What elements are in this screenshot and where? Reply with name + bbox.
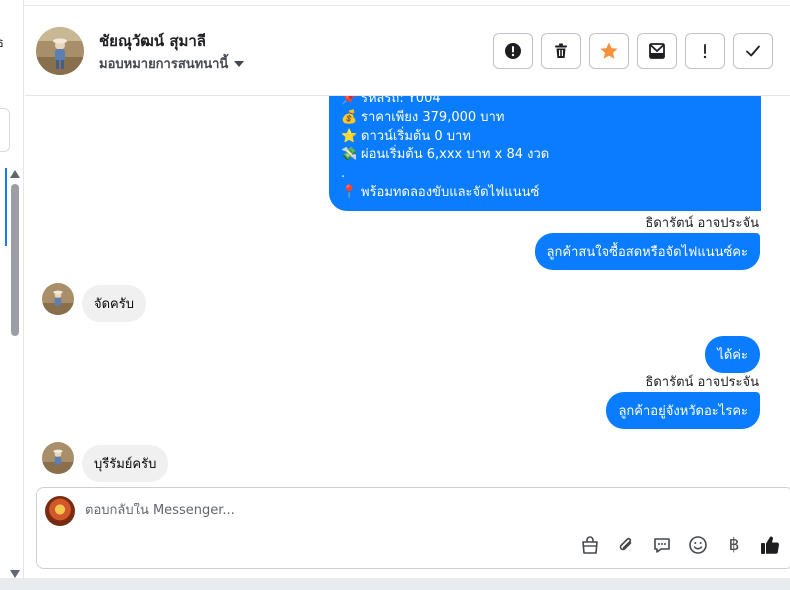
promo-line-text: รหัสรถ: Y004 [361, 96, 441, 106]
envelope-tray-icon [649, 43, 665, 59]
pushpin-icon: 📌 [341, 96, 358, 106]
reply-composer: ฿ [36, 487, 790, 569]
trash-icon [555, 43, 567, 58]
promo-line: . [341, 165, 749, 184]
outgoing-message[interactable]: ลูกค้าสนใจซื้อสดหรือจัดไฟแนนซ์คะ [534, 233, 760, 270]
sender-name: ธิดารัตน์ อาจประจัน [645, 375, 759, 390]
caret-down-icon [234, 60, 245, 67]
sender-name: ธิดารัตน์ อาจประจัน [645, 216, 759, 231]
assign-label: มอบหมายการสนทนานี้ [99, 57, 229, 72]
promo-line: ⭐ ดาวน์เริ่มต้น 0 บาท [341, 128, 749, 147]
incoming-message[interactable]: บุรีรัมย์ครับ [82, 445, 169, 482]
top-divider [24, 0, 790, 6]
conversation-list-edge: ธ [0, 0, 24, 590]
thumbs-up-icon[interactable] [759, 534, 781, 556]
promo-line: 📌 รหัสรถ: Y004 [341, 96, 749, 109]
star-icon [600, 42, 618, 59]
message-thread[interactable]: 📌 รหัสรถ: Y004 💰 ราคาเพียง 379,000 บาท ⭐ ดา… [25, 96, 790, 484]
promo-line-text: ราคาเพียง 379,000 บาท [361, 109, 505, 125]
star-button[interactable] [589, 33, 629, 69]
messenger-window: ธ ชัยณุวัฒน์ สุมาลี มอบหมายการสนทนานี้ [0, 0, 790, 590]
round-pushpin-icon: 📍 [341, 184, 358, 200]
exclamation-circle-icon [505, 43, 521, 59]
conversation-header: ชัยณุวัฒน์ สุมาลี มอบหมายการสนทนานี้ [25, 7, 790, 96]
truncated-text: ธ [0, 32, 4, 53]
follow-up-button[interactable] [685, 33, 725, 69]
assign-conversation-dropdown[interactable]: มอบหมายการสนทนานี้ [99, 53, 245, 74]
header-actions [493, 33, 773, 69]
composer-tools: ฿ [579, 534, 781, 556]
promo-line: 💸 ผ่อนเริ่มต้น 6,xxx บาท x 84 งวด [341, 146, 749, 165]
emoji-icon[interactable] [687, 534, 709, 556]
bottom-strip [0, 578, 790, 590]
contact-avatar-small[interactable] [42, 442, 74, 474]
page-avatar [45, 496, 75, 526]
spam-button[interactable] [493, 33, 533, 69]
baht-icon[interactable]: ฿ [723, 534, 745, 556]
promo-line-text: พร้อมทดลองขับและจัดไฟแนนซ์ [361, 184, 540, 200]
paperclip-icon[interactable] [615, 534, 637, 556]
selection-indicator [5, 168, 7, 246]
exclamation-icon [703, 44, 707, 59]
money-bag-icon: 💰 [341, 109, 358, 125]
delete-button[interactable] [541, 33, 581, 69]
mark-done-button[interactable] [733, 33, 773, 69]
truncated-box [0, 108, 10, 152]
contact-name[interactable]: ชัยณุวัฒน์ สุมาลี [99, 29, 206, 53]
star-emoji-icon: ⭐ [341, 128, 358, 144]
incoming-message[interactable]: จัดครับ [82, 285, 146, 322]
contact-avatar-small[interactable] [42, 283, 74, 315]
promo-line-text: . [341, 166, 346, 182]
promo-line-text: ผ่อนเริ่มต้น 6,xxx บาท x 84 งวด [361, 147, 550, 163]
promo-line-text: ดาวน์เริ่มต้น 0 บาท [361, 128, 471, 144]
reply-input[interactable] [85, 503, 585, 518]
move-to-inbox-button[interactable] [637, 33, 677, 69]
promo-line: 📍 พร้อมทดลองขับและจัดไฟแนนซ์ [341, 184, 749, 203]
scroll-up-arrow[interactable] [10, 170, 20, 178]
contact-avatar[interactable] [36, 27, 84, 75]
outgoing-message[interactable]: ได้ค่ะ [705, 336, 760, 373]
scrollbar-thumb[interactable] [11, 184, 19, 336]
bag-icon[interactable] [579, 534, 601, 556]
money-wings-icon: 💸 [341, 147, 358, 163]
promo-message-bubble[interactable]: 📌 รหัสรถ: Y004 💰 ราคาเพียง 379,000 บาท ⭐ ดา… [329, 96, 761, 211]
promo-line: 💰 ราคาเพียง 379,000 บาท [341, 109, 749, 128]
scroll-down-arrow[interactable] [10, 570, 20, 578]
check-icon [746, 45, 760, 57]
outgoing-message[interactable]: ลูกค้าอยู่จังหวัดอะไรคะ [606, 392, 760, 429]
chat-bubble-icon[interactable] [651, 534, 673, 556]
